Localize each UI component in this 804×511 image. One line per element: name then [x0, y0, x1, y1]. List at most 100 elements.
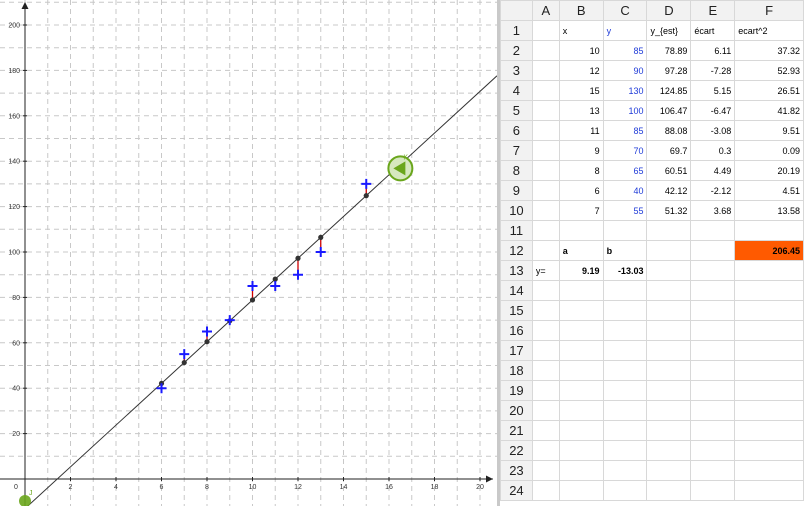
cell-a20[interactable] [531, 400, 560, 421]
cell-d1[interactable]: y_{est} [646, 20, 692, 41]
row-header[interactable]: 16 [500, 320, 533, 341]
cell-e17[interactable] [690, 340, 736, 361]
cell-c20[interactable] [602, 400, 648, 421]
graphics-view[interactable]: 0 2 4 6 8 10 12 14 16 18 20 20 40 60 80 100 120 140 160 180… [0, 0, 498, 511]
cell-a22[interactable] [531, 440, 560, 461]
cell-a3[interactable] [531, 60, 560, 81]
cell-f10[interactable]: 13.58 [734, 200, 804, 221]
cell-c21[interactable] [602, 420, 648, 441]
cell-f11[interactable] [734, 220, 804, 241]
cell-d7[interactable]: 69.7 [646, 140, 692, 161]
cell-c12[interactable]: b [602, 240, 648, 261]
cell-f2[interactable]: 37.32 [734, 40, 804, 61]
cell-a16[interactable] [531, 320, 560, 341]
data-point[interactable] [179, 349, 190, 360]
data-point[interactable] [315, 247, 326, 257]
row-header[interactable]: 11 [500, 220, 533, 241]
cell-b22[interactable] [558, 440, 604, 461]
cell-a5[interactable] [531, 100, 560, 121]
cell-e22[interactable] [690, 440, 736, 461]
cell-f13[interactable] [734, 260, 804, 281]
cell-f14[interactable] [734, 280, 804, 301]
row-header[interactable]: 2 [500, 40, 533, 61]
cell-b4[interactable]: 15 [558, 80, 604, 101]
estimate-point[interactable] [295, 255, 301, 261]
row-header[interactable]: 6 [500, 120, 533, 141]
row-header[interactable]: 14 [500, 280, 533, 301]
cell-f20[interactable] [734, 400, 804, 421]
row-header[interactable]: 18 [500, 360, 533, 381]
cell-e7[interactable]: 0.3 [690, 140, 736, 161]
cell-f18[interactable] [734, 360, 804, 381]
cell-a9[interactable] [531, 180, 560, 201]
cell-d13[interactable] [646, 260, 692, 281]
cell-c15[interactable] [602, 300, 648, 321]
row-header[interactable]: 13 [500, 260, 533, 281]
cell-b19[interactable] [558, 380, 604, 401]
column-header-d[interactable]: D [646, 0, 692, 21]
cell-a7[interactable] [531, 140, 560, 161]
row-header[interactable]: 4 [500, 80, 533, 101]
row-header[interactable]: 9 [500, 180, 533, 201]
cell-d11[interactable] [646, 220, 692, 241]
cell-b21[interactable] [558, 420, 604, 441]
cell-c18[interactable] [602, 360, 648, 381]
cell-d9[interactable]: 42.12 [646, 180, 692, 201]
cell-a13[interactable]: y= [531, 260, 560, 281]
column-header-a[interactable]: A [531, 0, 560, 21]
cell-a10[interactable] [531, 200, 560, 221]
cell-f9[interactable]: 4.51 [734, 180, 804, 201]
cell-d24[interactable] [646, 480, 692, 501]
cell-f17[interactable] [734, 340, 804, 361]
cell-f1[interactable]: ecart^2 [734, 20, 804, 41]
cell-f7[interactable]: 0.09 [734, 140, 804, 161]
cell-a24[interactable] [531, 480, 560, 501]
cell-d10[interactable]: 51.32 [646, 200, 692, 221]
cell-e3[interactable]: -7.28 [690, 60, 736, 81]
cell-a12[interactable] [531, 240, 560, 261]
cell-c13[interactable]: -13.03 [602, 260, 648, 281]
cell-b20[interactable] [558, 400, 604, 421]
cell-d15[interactable] [646, 300, 692, 321]
estimate-point[interactable] [363, 193, 369, 199]
cell-f6[interactable]: 9.51 [734, 120, 804, 141]
row-header[interactable]: 12 [500, 240, 533, 261]
cell-b10[interactable]: 7 [558, 200, 604, 221]
column-header-f[interactable]: F [734, 0, 804, 21]
cell-c16[interactable] [602, 320, 648, 341]
regression-line[interactable] [21, 75, 498, 511]
cell-e16[interactable] [690, 320, 736, 341]
cell-e23[interactable] [690, 460, 736, 481]
cell-a11[interactable] [531, 220, 560, 241]
cell-b23[interactable] [558, 460, 604, 481]
cell-b2[interactable]: 10 [558, 40, 604, 61]
cell-f8[interactable]: 20.19 [734, 160, 804, 181]
cell-e1[interactable]: écart [690, 20, 736, 41]
cell-a23[interactable] [531, 460, 560, 481]
row-header[interactable]: 5 [500, 100, 533, 121]
cell-f4[interactable]: 26.51 [734, 80, 804, 101]
cell-f22[interactable] [734, 440, 804, 461]
estimate-point[interactable] [249, 297, 256, 303]
cell-d12[interactable] [646, 240, 692, 261]
cell-b7[interactable]: 9 [558, 140, 604, 161]
cell-a1[interactable] [531, 20, 560, 41]
cell-c2[interactable]: 85 [602, 40, 648, 61]
cell-f19[interactable] [734, 380, 804, 401]
cell-b24[interactable] [558, 480, 604, 501]
cell-c14[interactable] [602, 280, 648, 301]
cell-c8[interactable]: 65 [602, 160, 648, 181]
cell-f23[interactable] [734, 460, 804, 481]
cell-b17[interactable] [558, 340, 604, 361]
data-point[interactable] [361, 178, 372, 189]
cell-c1[interactable]: y [602, 20, 648, 41]
cell-e14[interactable] [690, 280, 736, 301]
cell-e4[interactable]: 5.15 [690, 80, 736, 101]
estimate-point[interactable] [318, 234, 324, 240]
cell-a6[interactable] [531, 120, 560, 141]
row-header[interactable]: 19 [500, 380, 533, 401]
row-header[interactable]: 15 [500, 300, 533, 321]
cell-c9[interactable]: 40 [602, 180, 648, 201]
cell-a4[interactable] [531, 80, 560, 101]
cell-e15[interactable] [690, 300, 736, 321]
